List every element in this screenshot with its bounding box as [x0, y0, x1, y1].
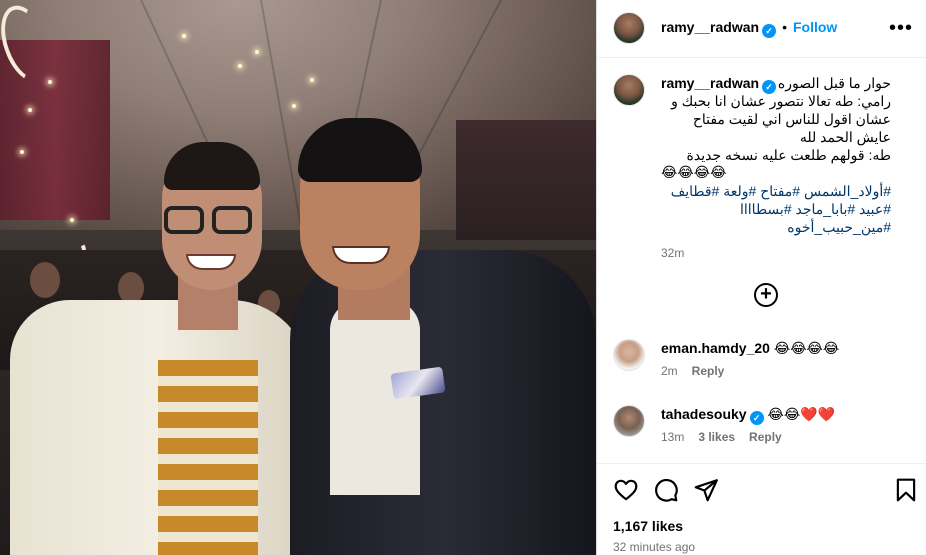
commenter-avatar[interactable] [613, 339, 645, 371]
caption-avatar[interactable] [613, 74, 645, 106]
author-username[interactable]: ramy__radwan [661, 19, 759, 35]
verified-badge-icon: ✓ [762, 24, 777, 38]
caption-hashtags[interactable]: #مين_حبيب_أخوه [661, 218, 891, 236]
string-light [255, 50, 259, 54]
string-light [20, 150, 24, 154]
comment-text: 😂😂😂😂 [773, 341, 840, 357]
comment-body: tahadesouky ✓ 😂😂❤️❤️ [661, 405, 911, 425]
commenter-username[interactable]: eman.hamdy_20 [661, 340, 770, 356]
comment-text: 😂😂❤️❤️ [767, 407, 836, 423]
string-light [238, 64, 242, 68]
separator-dot: • [782, 19, 787, 35]
comment-meta: 2m Reply [661, 364, 738, 378]
post-actions: 1,167 likes 32 minutes ago [597, 463, 926, 555]
person-left-shirt [158, 360, 258, 555]
comment-body: eman.hamdy_20 😂😂😂😂 [661, 339, 911, 358]
string-light [292, 104, 296, 108]
commenter-username[interactable]: tahadesouky [661, 406, 747, 422]
string-light [182, 34, 186, 38]
string-light [28, 108, 32, 112]
post-header: ramy__radwan ✓ • Follow ••• [597, 0, 926, 58]
posted-time[interactable]: 32 minutes ago [613, 540, 695, 554]
caption-emojis: 😂😂😂😂 [661, 165, 727, 181]
string-light [70, 218, 74, 222]
author-avatar[interactable] [613, 12, 645, 44]
caption-hashtags[interactable]: #عبيد #بابا_ماجد #بسطاااا [661, 200, 891, 218]
bookmark-icon[interactable] [893, 477, 919, 503]
reply-button[interactable]: Reply [749, 430, 782, 444]
person-right-smile [332, 246, 390, 264]
comment-likes[interactable]: 3 likes [698, 430, 735, 444]
caption-content: ramy__radwan ✓ حوار ما قبل الصوره رامي: ط… [661, 74, 911, 260]
heart-icon[interactable] [613, 477, 639, 503]
verified-badge-icon: ✓ [749, 411, 764, 425]
comment-time[interactable]: 2m [661, 364, 678, 378]
background-person [30, 262, 60, 298]
caption-timestamp[interactable]: 32m [661, 244, 684, 262]
comment-meta: 13m 3 likes Reply [661, 430, 796, 444]
glasses [164, 206, 256, 236]
string-light [310, 78, 314, 82]
likes-count[interactable]: 1,167 likes [613, 518, 683, 534]
load-more-comments-icon[interactable]: + [754, 283, 778, 307]
string-light [48, 80, 52, 84]
reply-button[interactable]: Reply [692, 364, 725, 378]
follow-button[interactable]: Follow [793, 19, 837, 35]
more-options-icon[interactable]: ••• [889, 18, 913, 38]
curtain [456, 120, 596, 240]
comment-time[interactable]: 13m [661, 430, 684, 444]
caption-hashtags[interactable]: #أولاد_الشمس #مفتاح #ولعة #قطايف [661, 182, 891, 200]
caption-text: حوار ما قبل الصوره رامي: طه تعالا نتصور … [671, 75, 891, 163]
post-photo[interactable] [0, 0, 596, 555]
commenter-avatar[interactable] [613, 405, 645, 437]
comment-icon[interactable] [653, 477, 679, 503]
share-icon[interactable] [693, 477, 719, 503]
post-sidebar: ramy__radwan ✓ • Follow ••• ramy__radwan ✓ ح… [596, 0, 926, 555]
